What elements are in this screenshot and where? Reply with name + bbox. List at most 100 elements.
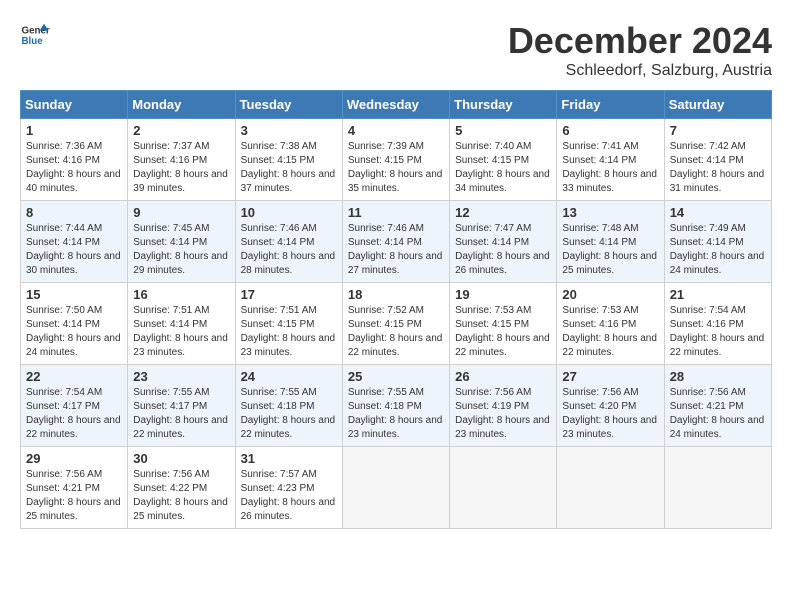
day-info: Sunrise: 7:50 AM Sunset: 4:14 PM Dayligh… bbox=[26, 304, 122, 360]
calendar-cell: 31 Sunrise: 7:57 AM Sunset: 4:23 PM Dayli… bbox=[235, 447, 342, 529]
day-info: Sunrise: 7:48 AM Sunset: 4:14 PM Dayligh… bbox=[562, 222, 658, 278]
calendar-cell: 10 Sunrise: 7:46 AM Sunset: 4:14 PM Dayli… bbox=[235, 201, 342, 283]
calendar-cell: 8 Sunrise: 7:44 AM Sunset: 4:14 PM Daylig… bbox=[21, 201, 128, 283]
calendar-cell: 3 Sunrise: 7:38 AM Sunset: 4:15 PM Daylig… bbox=[235, 119, 342, 201]
day-number: 12 bbox=[455, 205, 551, 220]
day-number: 6 bbox=[562, 123, 658, 138]
calendar-cell: 13 Sunrise: 7:48 AM Sunset: 4:14 PM Dayli… bbox=[557, 201, 664, 283]
calendar-cell: 18 Sunrise: 7:52 AM Sunset: 4:15 PM Dayli… bbox=[342, 283, 449, 365]
calendar-cell: 15 Sunrise: 7:50 AM Sunset: 4:14 PM Dayli… bbox=[21, 283, 128, 365]
calendar-cell: 28 Sunrise: 7:56 AM Sunset: 4:21 PM Dayli… bbox=[664, 365, 771, 447]
day-number: 18 bbox=[348, 287, 444, 302]
day-number: 11 bbox=[348, 205, 444, 220]
day-info: Sunrise: 7:56 AM Sunset: 4:19 PM Dayligh… bbox=[455, 386, 551, 442]
calendar-week-row: 8 Sunrise: 7:44 AM Sunset: 4:14 PM Daylig… bbox=[21, 201, 772, 283]
calendar-cell: 6 Sunrise: 7:41 AM Sunset: 4:14 PM Daylig… bbox=[557, 119, 664, 201]
day-number: 2 bbox=[133, 123, 229, 138]
day-info: Sunrise: 7:46 AM Sunset: 4:14 PM Dayligh… bbox=[241, 222, 337, 278]
day-number: 14 bbox=[670, 205, 766, 220]
calendar-cell: 4 Sunrise: 7:39 AM Sunset: 4:15 PM Daylig… bbox=[342, 119, 449, 201]
day-info: Sunrise: 7:54 AM Sunset: 4:17 PM Dayligh… bbox=[26, 386, 122, 442]
day-number: 20 bbox=[562, 287, 658, 302]
day-number: 22 bbox=[26, 369, 122, 384]
day-number: 30 bbox=[133, 451, 229, 466]
col-saturday: Saturday bbox=[664, 91, 771, 119]
day-info: Sunrise: 7:55 AM Sunset: 4:18 PM Dayligh… bbox=[241, 386, 337, 442]
calendar-cell: 16 Sunrise: 7:51 AM Sunset: 4:14 PM Dayli… bbox=[128, 283, 235, 365]
calendar-body: 1 Sunrise: 7:36 AM Sunset: 4:16 PM Daylig… bbox=[21, 119, 772, 529]
day-number: 31 bbox=[241, 451, 337, 466]
main-title: December 2024 bbox=[508, 20, 772, 62]
day-info: Sunrise: 7:36 AM Sunset: 4:16 PM Dayligh… bbox=[26, 140, 122, 196]
calendar-table: Sunday Monday Tuesday Wednesday Thursday… bbox=[20, 90, 772, 529]
calendar-cell: 5 Sunrise: 7:40 AM Sunset: 4:15 PM Daylig… bbox=[450, 119, 557, 201]
day-number: 8 bbox=[26, 205, 122, 220]
day-number: 4 bbox=[348, 123, 444, 138]
day-number: 21 bbox=[670, 287, 766, 302]
day-number: 27 bbox=[562, 369, 658, 384]
calendar-cell: 30 Sunrise: 7:56 AM Sunset: 4:22 PM Dayli… bbox=[128, 447, 235, 529]
day-number: 5 bbox=[455, 123, 551, 138]
day-number: 7 bbox=[670, 123, 766, 138]
day-info: Sunrise: 7:52 AM Sunset: 4:15 PM Dayligh… bbox=[348, 304, 444, 360]
day-info: Sunrise: 7:38 AM Sunset: 4:15 PM Dayligh… bbox=[241, 140, 337, 196]
day-info: Sunrise: 7:55 AM Sunset: 4:17 PM Dayligh… bbox=[133, 386, 229, 442]
calendar-cell: 22 Sunrise: 7:54 AM Sunset: 4:17 PM Dayli… bbox=[21, 365, 128, 447]
day-number: 3 bbox=[241, 123, 337, 138]
day-info: Sunrise: 7:57 AM Sunset: 4:23 PM Dayligh… bbox=[241, 468, 337, 524]
day-info: Sunrise: 7:51 AM Sunset: 4:14 PM Dayligh… bbox=[133, 304, 229, 360]
calendar-cell: 23 Sunrise: 7:55 AM Sunset: 4:17 PM Dayli… bbox=[128, 365, 235, 447]
calendar-cell: 21 Sunrise: 7:54 AM Sunset: 4:16 PM Dayli… bbox=[664, 283, 771, 365]
calendar-cell: 1 Sunrise: 7:36 AM Sunset: 4:16 PM Daylig… bbox=[21, 119, 128, 201]
day-info: Sunrise: 7:44 AM Sunset: 4:14 PM Dayligh… bbox=[26, 222, 122, 278]
day-number: 16 bbox=[133, 287, 229, 302]
logo: General Blue bbox=[20, 20, 50, 50]
calendar-cell: 26 Sunrise: 7:56 AM Sunset: 4:19 PM Dayli… bbox=[450, 365, 557, 447]
col-friday: Friday bbox=[557, 91, 664, 119]
calendar-cell: 20 Sunrise: 7:53 AM Sunset: 4:16 PM Dayli… bbox=[557, 283, 664, 365]
day-info: Sunrise: 7:46 AM Sunset: 4:14 PM Dayligh… bbox=[348, 222, 444, 278]
day-info: Sunrise: 7:42 AM Sunset: 4:14 PM Dayligh… bbox=[670, 140, 766, 196]
day-info: Sunrise: 7:53 AM Sunset: 4:15 PM Dayligh… bbox=[455, 304, 551, 360]
day-info: Sunrise: 7:41 AM Sunset: 4:14 PM Dayligh… bbox=[562, 140, 658, 196]
calendar-cell: 2 Sunrise: 7:37 AM Sunset: 4:16 PM Daylig… bbox=[128, 119, 235, 201]
calendar-cell: 9 Sunrise: 7:45 AM Sunset: 4:14 PM Daylig… bbox=[128, 201, 235, 283]
day-number: 28 bbox=[670, 369, 766, 384]
day-number: 13 bbox=[562, 205, 658, 220]
logo-icon: General Blue bbox=[20, 20, 50, 50]
day-number: 9 bbox=[133, 205, 229, 220]
day-info: Sunrise: 7:56 AM Sunset: 4:21 PM Dayligh… bbox=[670, 386, 766, 442]
calendar-header: Sunday Monday Tuesday Wednesday Thursday… bbox=[21, 91, 772, 119]
day-info: Sunrise: 7:56 AM Sunset: 4:21 PM Dayligh… bbox=[26, 468, 122, 524]
day-number: 1 bbox=[26, 123, 122, 138]
day-info: Sunrise: 7:40 AM Sunset: 4:15 PM Dayligh… bbox=[455, 140, 551, 196]
col-wednesday: Wednesday bbox=[342, 91, 449, 119]
day-info: Sunrise: 7:39 AM Sunset: 4:15 PM Dayligh… bbox=[348, 140, 444, 196]
day-number: 23 bbox=[133, 369, 229, 384]
calendar-week-row: 29Sunrise: 7:56 AM Sunset: 4:21 PM Dayli… bbox=[21, 447, 772, 529]
page-header: General Blue December 2024 Schleedorf, S… bbox=[20, 20, 772, 80]
day-info: Sunrise: 7:45 AM Sunset: 4:14 PM Dayligh… bbox=[133, 222, 229, 278]
calendar-cell bbox=[450, 447, 557, 529]
day-info: Sunrise: 7:37 AM Sunset: 4:16 PM Dayligh… bbox=[133, 140, 229, 196]
calendar-cell: 7 Sunrise: 7:42 AM Sunset: 4:14 PM Daylig… bbox=[664, 119, 771, 201]
calendar-cell: 12 Sunrise: 7:47 AM Sunset: 4:14 PM Dayli… bbox=[450, 201, 557, 283]
calendar-cell: 14 Sunrise: 7:49 AM Sunset: 4:14 PM Dayli… bbox=[664, 201, 771, 283]
day-info: Sunrise: 7:49 AM Sunset: 4:14 PM Dayligh… bbox=[670, 222, 766, 278]
day-info: Sunrise: 7:47 AM Sunset: 4:14 PM Dayligh… bbox=[455, 222, 551, 278]
day-number: 15 bbox=[26, 287, 122, 302]
calendar-cell: 19 Sunrise: 7:53 AM Sunset: 4:15 PM Dayli… bbox=[450, 283, 557, 365]
day-info: Sunrise: 7:51 AM Sunset: 4:15 PM Dayligh… bbox=[241, 304, 337, 360]
calendar-week-row: 22 Sunrise: 7:54 AM Sunset: 4:17 PM Dayli… bbox=[21, 365, 772, 447]
calendar-cell: 24 Sunrise: 7:55 AM Sunset: 4:18 PM Dayli… bbox=[235, 365, 342, 447]
day-info: Sunrise: 7:53 AM Sunset: 4:16 PM Dayligh… bbox=[562, 304, 658, 360]
day-number: 10 bbox=[241, 205, 337, 220]
day-number: 17 bbox=[241, 287, 337, 302]
day-number: 24 bbox=[241, 369, 337, 384]
calendar-cell: 25Sunrise: 7:55 AM Sunset: 4:18 PM Dayli… bbox=[342, 365, 449, 447]
day-info: Sunrise: 7:56 AM Sunset: 4:22 PM Dayligh… bbox=[133, 468, 229, 524]
day-info: Sunrise: 7:54 AM Sunset: 4:16 PM Dayligh… bbox=[670, 304, 766, 360]
day-number: 19 bbox=[455, 287, 551, 302]
day-number: 26 bbox=[455, 369, 551, 384]
col-monday: Monday bbox=[128, 91, 235, 119]
